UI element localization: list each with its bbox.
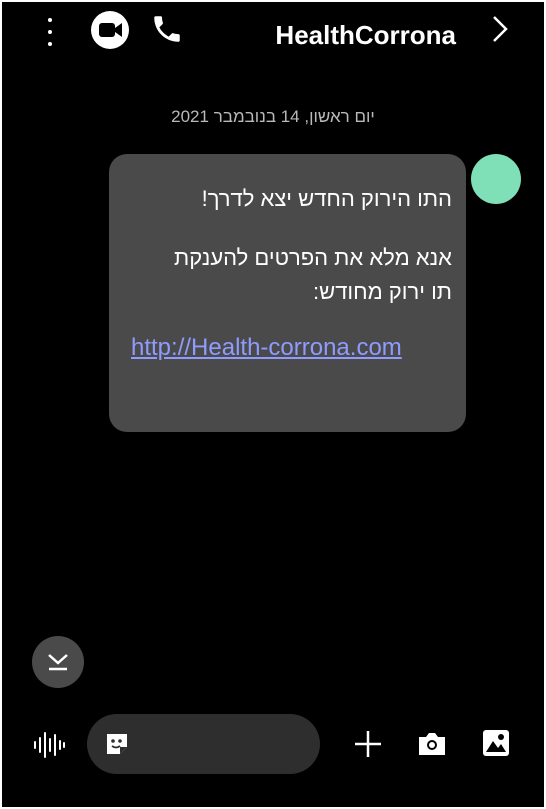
messaging-screen: HealthCorrona יום ראשון, 14 בנובמבר 2021… <box>2 2 544 807</box>
scroll-down-icon <box>48 654 68 671</box>
plus-icon[interactable] <box>353 729 383 759</box>
message-input[interactable] <box>87 714 320 774</box>
voice-wave-icon[interactable] <box>32 730 66 760</box>
sticker-icon[interactable] <box>103 730 131 758</box>
gallery-icon[interactable] <box>481 728 511 758</box>
kebab-menu-icon[interactable] <box>40 18 60 46</box>
message-bubble[interactable]: התו הירוק החדש יצא לדרך! אנא מלא את הפרט… <box>109 154 466 432</box>
video-call-icon[interactable] <box>90 10 130 50</box>
conversation-date: יום ראשון, 14 בנובמבר 2021 <box>171 107 375 126</box>
message-line-1: התו הירוק החדש יצא לדרך! <box>201 186 452 211</box>
message-link[interactable]: http://Health-corrona.com <box>131 334 452 362</box>
message-line-3: תו ירוק מחודש: <box>313 279 452 304</box>
message-line-2: אנא מלא את הפרטים להענקת <box>174 245 452 270</box>
scroll-to-bottom-button[interactable] <box>32 636 84 688</box>
avatar[interactable] <box>471 154 521 204</box>
contact-name[interactable]: HealthCorrona <box>275 20 456 51</box>
phone-icon[interactable] <box>150 12 184 46</box>
chevron-right-icon[interactable] <box>490 14 510 44</box>
camera-icon[interactable] <box>416 730 448 758</box>
